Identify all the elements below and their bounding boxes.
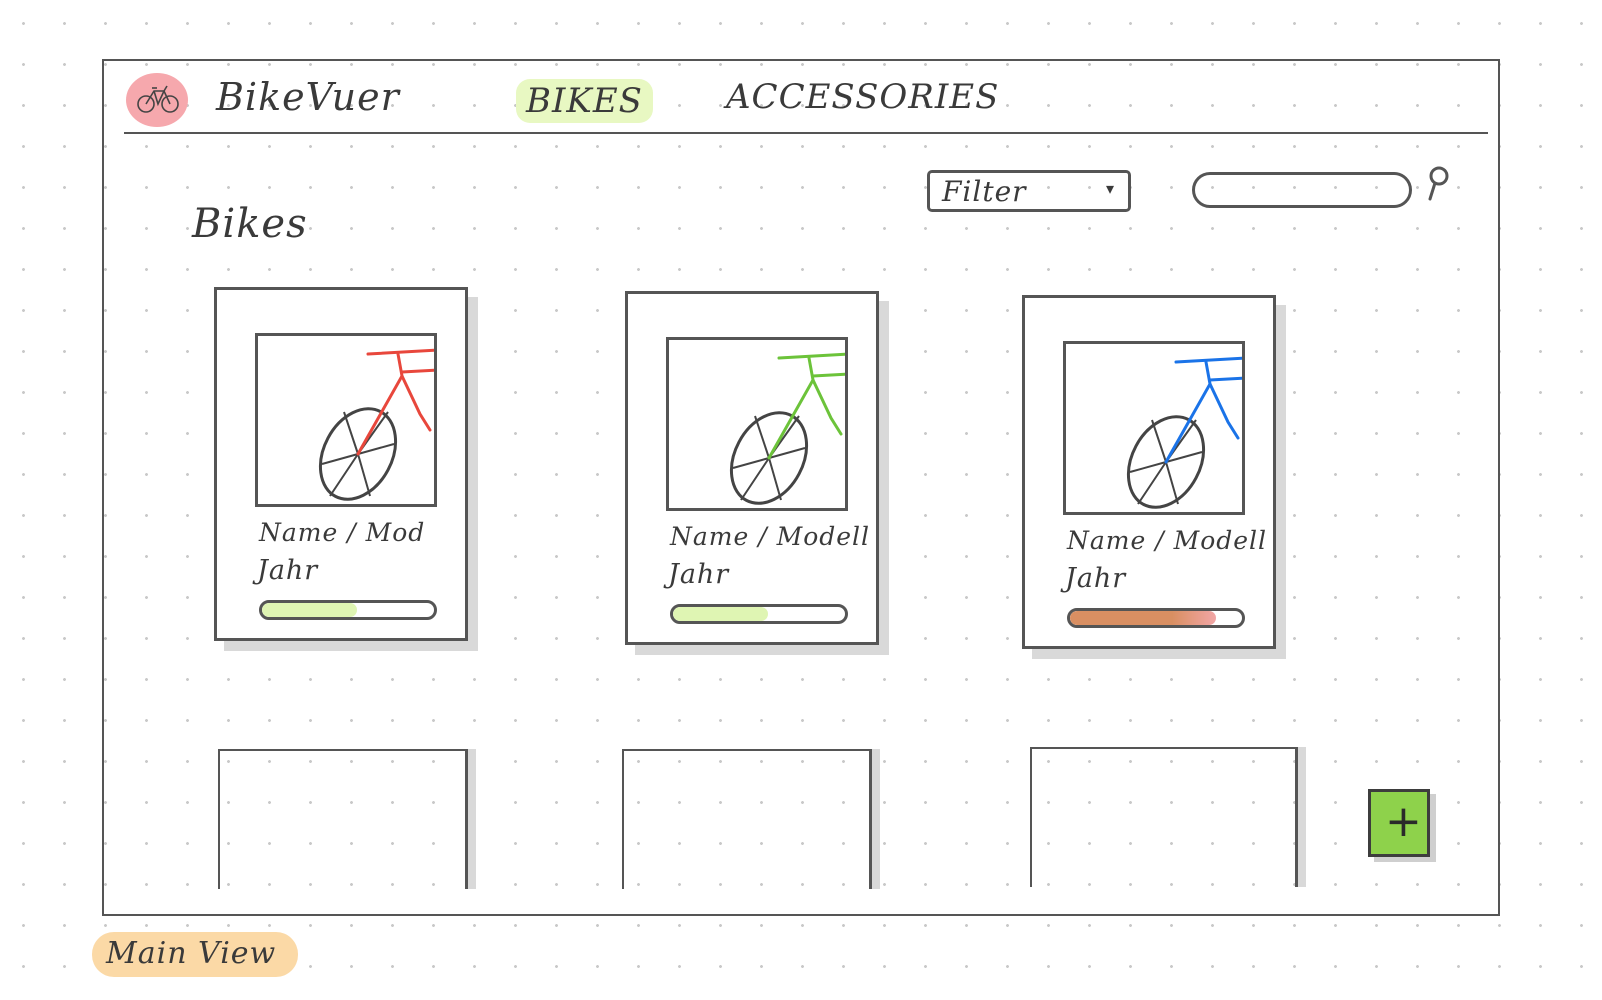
bike-image [1063,341,1245,515]
app-title: BikeVuer [216,75,400,119]
bike-card-placeholder[interactable] [1030,747,1298,887]
bike-card[interactable]: Name / Modell Jahr [1022,295,1276,649]
page-title: Bikes [192,201,308,247]
nav-tab-bikes[interactable]: BIKES [516,79,653,123]
add-bike-button[interactable]: + [1368,789,1430,857]
status-bar-fill [1070,611,1217,625]
status-bar [1067,608,1245,628]
app-window: BikeVuer BIKES ACCESSORIES Filter ▾ Bike… [102,59,1500,916]
bike-year: Jahr [1065,563,1127,594]
bike-sketch-icon [1126,356,1242,509]
bike-image [255,333,437,507]
chevron-down-icon: ▾ [1105,179,1114,198]
view-label: Main View [92,932,299,977]
bike-image [666,337,848,511]
bike-card[interactable]: Name / Modell Jahr [625,291,879,645]
status-bar [670,604,848,624]
bike-sketch-icon [318,348,434,501]
bike-sketch-icon [729,352,845,505]
bike-name: Name / Mod [259,518,426,547]
status-bar-fill [262,603,357,617]
nav-tab-accessories[interactable]: ACCESSORIES [726,77,999,117]
nav-divider [124,132,1488,134]
plus-icon: + [1385,796,1422,847]
bike-year: Jahr [668,559,730,590]
logo[interactable] [126,73,188,127]
search-icon[interactable] [1424,165,1450,205]
search-input[interactable] [1192,172,1412,208]
filter-label: Filter [942,175,1027,208]
top-navigation: BikeVuer BIKES ACCESSORIES [104,61,1498,135]
bike-card[interactable]: Name / Mod Jahr [214,287,468,641]
bicycle-icon [137,85,179,113]
status-bar [259,600,437,620]
status-bar-fill [673,607,768,621]
bike-card-placeholder[interactable] [622,749,872,889]
bike-year: Jahr [257,555,319,586]
bike-card-placeholder[interactable] [218,749,468,889]
bike-name: Name / Modell [1067,526,1268,555]
bike-name: Name / Modell [670,522,871,551]
filter-dropdown[interactable]: Filter ▾ [927,170,1131,212]
